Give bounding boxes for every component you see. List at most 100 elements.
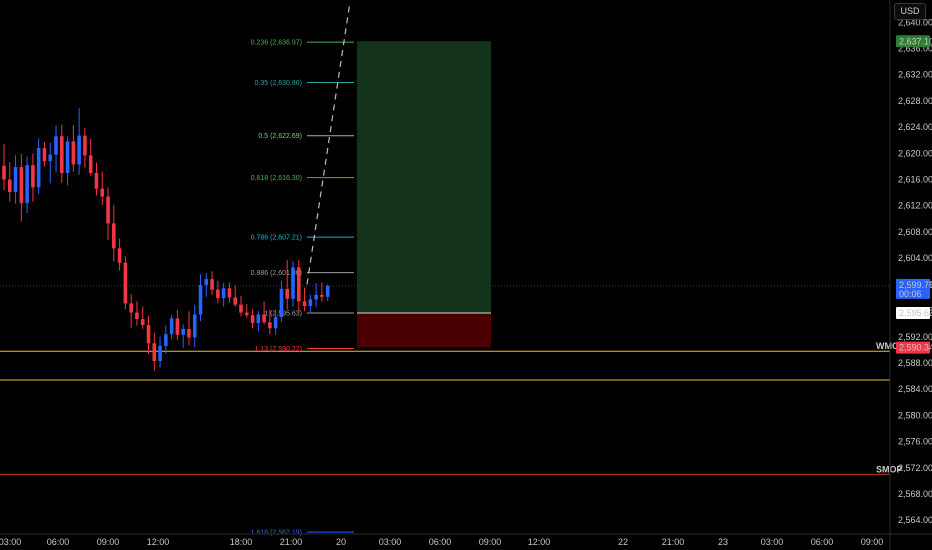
candle-body bbox=[71, 141, 76, 165]
candle-body bbox=[19, 167, 24, 204]
candle bbox=[204, 273, 209, 297]
candle-body bbox=[175, 318, 180, 335]
fib-level-label: 0.786 (2,607.21) bbox=[251, 235, 302, 242]
candle-body bbox=[169, 318, 174, 335]
projection-line[interactable] bbox=[306, 1, 351, 285]
candle bbox=[210, 271, 214, 295]
candle bbox=[117, 238, 122, 271]
candle-body bbox=[94, 172, 99, 189]
candle-body bbox=[158, 345, 162, 362]
price-tick-label: 2,564.00 bbox=[898, 515, 932, 525]
candle-body bbox=[221, 288, 226, 299]
candle bbox=[19, 153, 24, 222]
candle bbox=[187, 311, 191, 346]
currency-button[interactable]: USD bbox=[894, 3, 926, 20]
candle-body bbox=[227, 288, 232, 298]
candle-body bbox=[302, 301, 307, 306]
time-tick-label: 06:00 bbox=[429, 537, 452, 547]
candle-body bbox=[2, 165, 6, 180]
candle-body bbox=[117, 248, 122, 263]
candle bbox=[71, 125, 76, 172]
candle-body bbox=[42, 148, 47, 162]
price-tick-label: 2,612.00 bbox=[898, 201, 932, 211]
price-tick-label: 2,628.00 bbox=[898, 96, 932, 106]
time-tick-label: 03:00 bbox=[761, 537, 784, 547]
time-tick-label: 06:00 bbox=[811, 537, 834, 547]
candle bbox=[192, 304, 197, 348]
candle bbox=[60, 124, 64, 183]
candle-body bbox=[106, 196, 110, 224]
candle bbox=[221, 283, 226, 307]
candle-body bbox=[65, 141, 70, 173]
time-tick-label: 12:00 bbox=[147, 537, 170, 547]
target-zone bbox=[357, 41, 491, 313]
candle-body bbox=[325, 285, 330, 297]
candle bbox=[112, 205, 116, 262]
price-tick-label: 2,588.00 bbox=[898, 358, 932, 368]
candle-body bbox=[146, 324, 151, 344]
price-tick-label: 2,580.00 bbox=[898, 410, 932, 420]
candle-body bbox=[268, 322, 272, 329]
candle bbox=[164, 325, 168, 354]
horizontal-line-label: WMO bbox=[876, 341, 899, 351]
candle-body bbox=[123, 262, 128, 304]
candle bbox=[94, 162, 99, 196]
candle bbox=[256, 311, 261, 332]
entry-price-label: 2,595.63 bbox=[899, 308, 932, 318]
price-tick-label: 2,608.00 bbox=[898, 227, 932, 237]
candle-body bbox=[135, 312, 139, 320]
candle-body bbox=[187, 328, 191, 338]
candle bbox=[31, 153, 35, 202]
candle-body bbox=[296, 267, 301, 302]
candle-body bbox=[244, 312, 249, 316]
candle bbox=[106, 187, 110, 240]
candle-body bbox=[279, 288, 284, 318]
candle bbox=[2, 144, 6, 191]
candle-body bbox=[112, 223, 116, 249]
candle-body bbox=[129, 303, 133, 313]
candle bbox=[233, 285, 237, 307]
candle-body bbox=[250, 315, 255, 324]
target-price-label: 2,637.10 bbox=[899, 36, 932, 46]
candle-body bbox=[48, 154, 53, 162]
candle bbox=[65, 136, 70, 186]
candle bbox=[135, 301, 139, 326]
candle bbox=[314, 283, 318, 308]
candle-body bbox=[140, 319, 145, 325]
candle-body bbox=[308, 299, 313, 306]
candle bbox=[250, 309, 255, 329]
candle-body bbox=[83, 135, 87, 156]
time-tick-label: 22 bbox=[618, 537, 628, 547]
time-tick-label: 20 bbox=[336, 537, 346, 547]
candle-body bbox=[320, 294, 324, 297]
time-tick-label: 21:00 bbox=[280, 537, 303, 547]
candle bbox=[279, 281, 284, 322]
fib-level-label: 0.35 (2,630.80) bbox=[255, 80, 302, 87]
candle bbox=[198, 274, 203, 322]
candle bbox=[129, 294, 133, 328]
candle bbox=[123, 256, 128, 310]
time-tick-label: 23 bbox=[718, 537, 728, 547]
fib-level-label: 0.5 (2,622.69) bbox=[258, 133, 302, 140]
candle bbox=[296, 260, 301, 312]
price-tick-label: 2,576.00 bbox=[898, 437, 932, 447]
candle bbox=[100, 171, 105, 206]
candle bbox=[308, 294, 313, 314]
candle-body bbox=[314, 294, 318, 300]
candle bbox=[7, 161, 12, 202]
candle-body bbox=[77, 135, 81, 165]
price-tick-label: 2,620.00 bbox=[898, 148, 932, 158]
candlestick-chart[interactable]: WMOSMOP 0.236 (2,636.97)0.35 (2,630.80)0… bbox=[0, 0, 932, 550]
time-tick-label: 09:00 bbox=[479, 537, 502, 547]
candle bbox=[77, 108, 81, 175]
candle bbox=[239, 296, 243, 317]
candle-body bbox=[60, 136, 64, 173]
time-axis[interactable]: 03:00 06:00 09:00 12:00 18:00 21:00 20 03:00 06:… bbox=[0, 533, 932, 547]
fibonacci-tool[interactable]: 0.236 (2,636.97) 0.35 (2,630.80) 0.5 (2,62… bbox=[251, 40, 354, 537]
price-tick-label: 2,616.00 bbox=[898, 175, 932, 185]
price-tick-label: 2,592.00 bbox=[898, 332, 932, 342]
candle bbox=[54, 125, 58, 173]
candle-body bbox=[152, 343, 157, 362]
long-position-tool[interactable] bbox=[357, 41, 491, 348]
candle bbox=[13, 155, 18, 204]
